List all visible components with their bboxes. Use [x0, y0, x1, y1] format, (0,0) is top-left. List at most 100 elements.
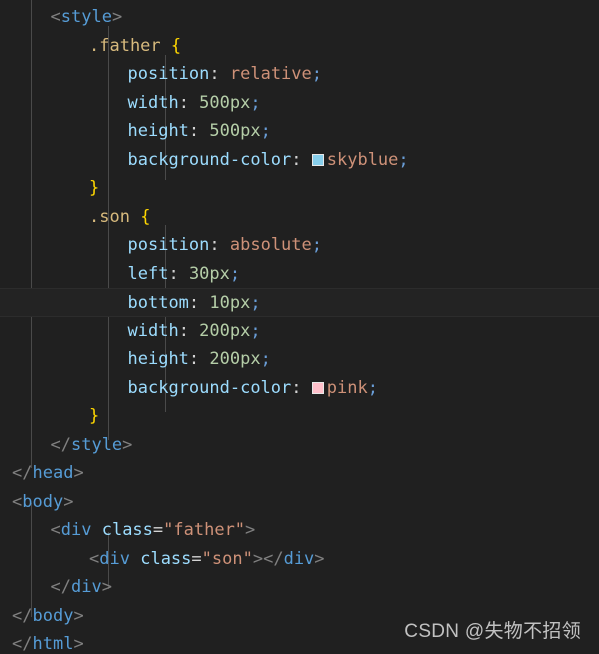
token-tag: body	[32, 605, 74, 626]
token-attr: class	[101, 520, 153, 540]
token-colon: :	[291, 149, 312, 170]
token-tagbracket: <	[50, 7, 61, 27]
code-line[interactable]: <div class="son"></div>	[0, 545, 599, 574]
code-line[interactable]: width: 200px;	[0, 317, 599, 346]
code-editor[interactable]: <style> .father {position: relative; width…	[0, 0, 599, 654]
token-attrval: "son"	[201, 548, 253, 569]
token-tagbracket: >	[73, 463, 84, 483]
color-swatch-icon[interactable]	[311, 153, 324, 166]
code-line[interactable]: </div>	[0, 573, 599, 602]
token-semi: ;	[250, 293, 261, 313]
token-number: 500px	[209, 121, 261, 141]
token-prop: height	[127, 121, 189, 141]
token-selector: .father	[89, 35, 171, 56]
code-line[interactable]: <body>	[0, 488, 599, 517]
code-line[interactable]: height: 200px;	[0, 345, 599, 374]
code-line-content: background-color: pink;	[12, 378, 378, 398]
color-swatch-icon[interactable]	[311, 381, 324, 394]
code-line-content: </style>	[12, 434, 133, 455]
token-tagbracket: >	[122, 434, 133, 455]
code-line-content: <style>	[12, 7, 123, 27]
token-semi: ;	[260, 121, 271, 141]
code-line[interactable]: bottom: 10px;	[0, 288, 599, 317]
code-line-content: </div>	[12, 577, 112, 597]
token-tagbracket: >	[111, 7, 123, 27]
code-line[interactable]: position: relative;	[0, 60, 599, 89]
token-semi: ;	[311, 64, 323, 84]
token-tagbracket: </	[50, 577, 71, 597]
token-prop: left	[127, 263, 169, 284]
csdn-watermark: CSDN @失物不招领	[404, 620, 581, 642]
token-colon: :	[291, 377, 312, 398]
token-prop: background-color	[127, 377, 292, 398]
code-line-content: height: 200px;	[12, 349, 271, 369]
token-tagbracket: </	[12, 634, 33, 654]
token-colon: :	[178, 92, 200, 113]
token-tagbracket: >	[101, 577, 112, 597]
code-line-content: .son {	[12, 207, 150, 227]
token-number: 30px	[188, 263, 230, 284]
code-line[interactable]: height: 500px;	[0, 117, 599, 146]
token-tag: div	[283, 548, 315, 569]
code-line[interactable]: left: 30px;	[0, 260, 599, 289]
code-line-content: left: 30px;	[12, 263, 241, 284]
token-semi: ;	[311, 235, 323, 255]
token-attr: class	[140, 548, 192, 569]
token-prop: background-color	[127, 149, 292, 170]
code-line[interactable]: background-color: skyblue;	[0, 146, 599, 175]
code-line[interactable]: width: 500px;	[0, 89, 599, 118]
token-colon: :	[178, 320, 200, 341]
code-line-content: width: 500px;	[12, 93, 261, 113]
code-line[interactable]: </style>	[0, 431, 599, 460]
code-lines-container[interactable]: <style> .father {position: relative; width…	[0, 0, 599, 654]
token-tag: html	[32, 634, 74, 654]
token-brace: {	[170, 35, 182, 56]
token-semi: ;	[398, 149, 409, 170]
token-colon: :	[209, 235, 230, 255]
code-line-content: </body>	[12, 606, 84, 626]
token-tagbracket: <	[50, 520, 61, 540]
token-colon: :	[188, 121, 210, 141]
code-line-content: <div class="father">	[12, 520, 256, 540]
token-tag: div	[60, 520, 92, 540]
token-prop: width	[127, 92, 179, 113]
token-value: relative	[229, 64, 312, 84]
token-prop: position	[127, 235, 210, 255]
code-line-content: width: 200px;	[12, 321, 261, 341]
token-semi: ;	[260, 349, 271, 369]
code-line[interactable]: .father {	[0, 32, 599, 61]
token-attrval: "father"	[163, 520, 246, 540]
code-line-content: background-color: skyblue;	[12, 150, 409, 170]
token-tagbracket: </	[12, 605, 33, 626]
code-line-content: <body>	[12, 492, 73, 512]
code-line[interactable]: </head>	[0, 459, 599, 488]
token-number: 200px	[199, 320, 251, 341]
code-line[interactable]: position: absolute;	[0, 231, 599, 260]
token-tagbracket: >	[252, 548, 264, 569]
code-line[interactable]: .son {	[0, 203, 599, 232]
token-semi: ;	[367, 377, 378, 398]
token-tag: head	[32, 463, 74, 483]
code-line[interactable]: }	[0, 174, 599, 203]
token-brace: }	[89, 178, 100, 198]
token-prop: width	[127, 320, 179, 341]
code-line[interactable]: background-color: pink;	[0, 374, 599, 403]
token-tagbracket: >	[245, 520, 256, 540]
code-line[interactable]: }	[0, 402, 599, 431]
code-line[interactable]: <style>	[0, 3, 599, 32]
token-semi: ;	[229, 263, 241, 284]
code-line-content: </html>	[12, 634, 84, 654]
token-colon: :	[209, 64, 230, 84]
token-colon: :	[168, 263, 189, 284]
token-tagbracket: </	[263, 548, 284, 569]
code-line[interactable]: <div class="father">	[0, 516, 599, 545]
code-line-content: </head>	[12, 463, 84, 483]
token-colon: :	[188, 293, 210, 313]
token-tagbracket: >	[73, 605, 84, 626]
token-prop: position	[127, 64, 210, 84]
token-tagbracket: </	[50, 434, 71, 455]
token-tagbracket: </	[12, 463, 33, 483]
token-colon: :	[188, 349, 210, 369]
token-prop: height	[127, 349, 189, 369]
token-number: 200px	[209, 349, 261, 369]
